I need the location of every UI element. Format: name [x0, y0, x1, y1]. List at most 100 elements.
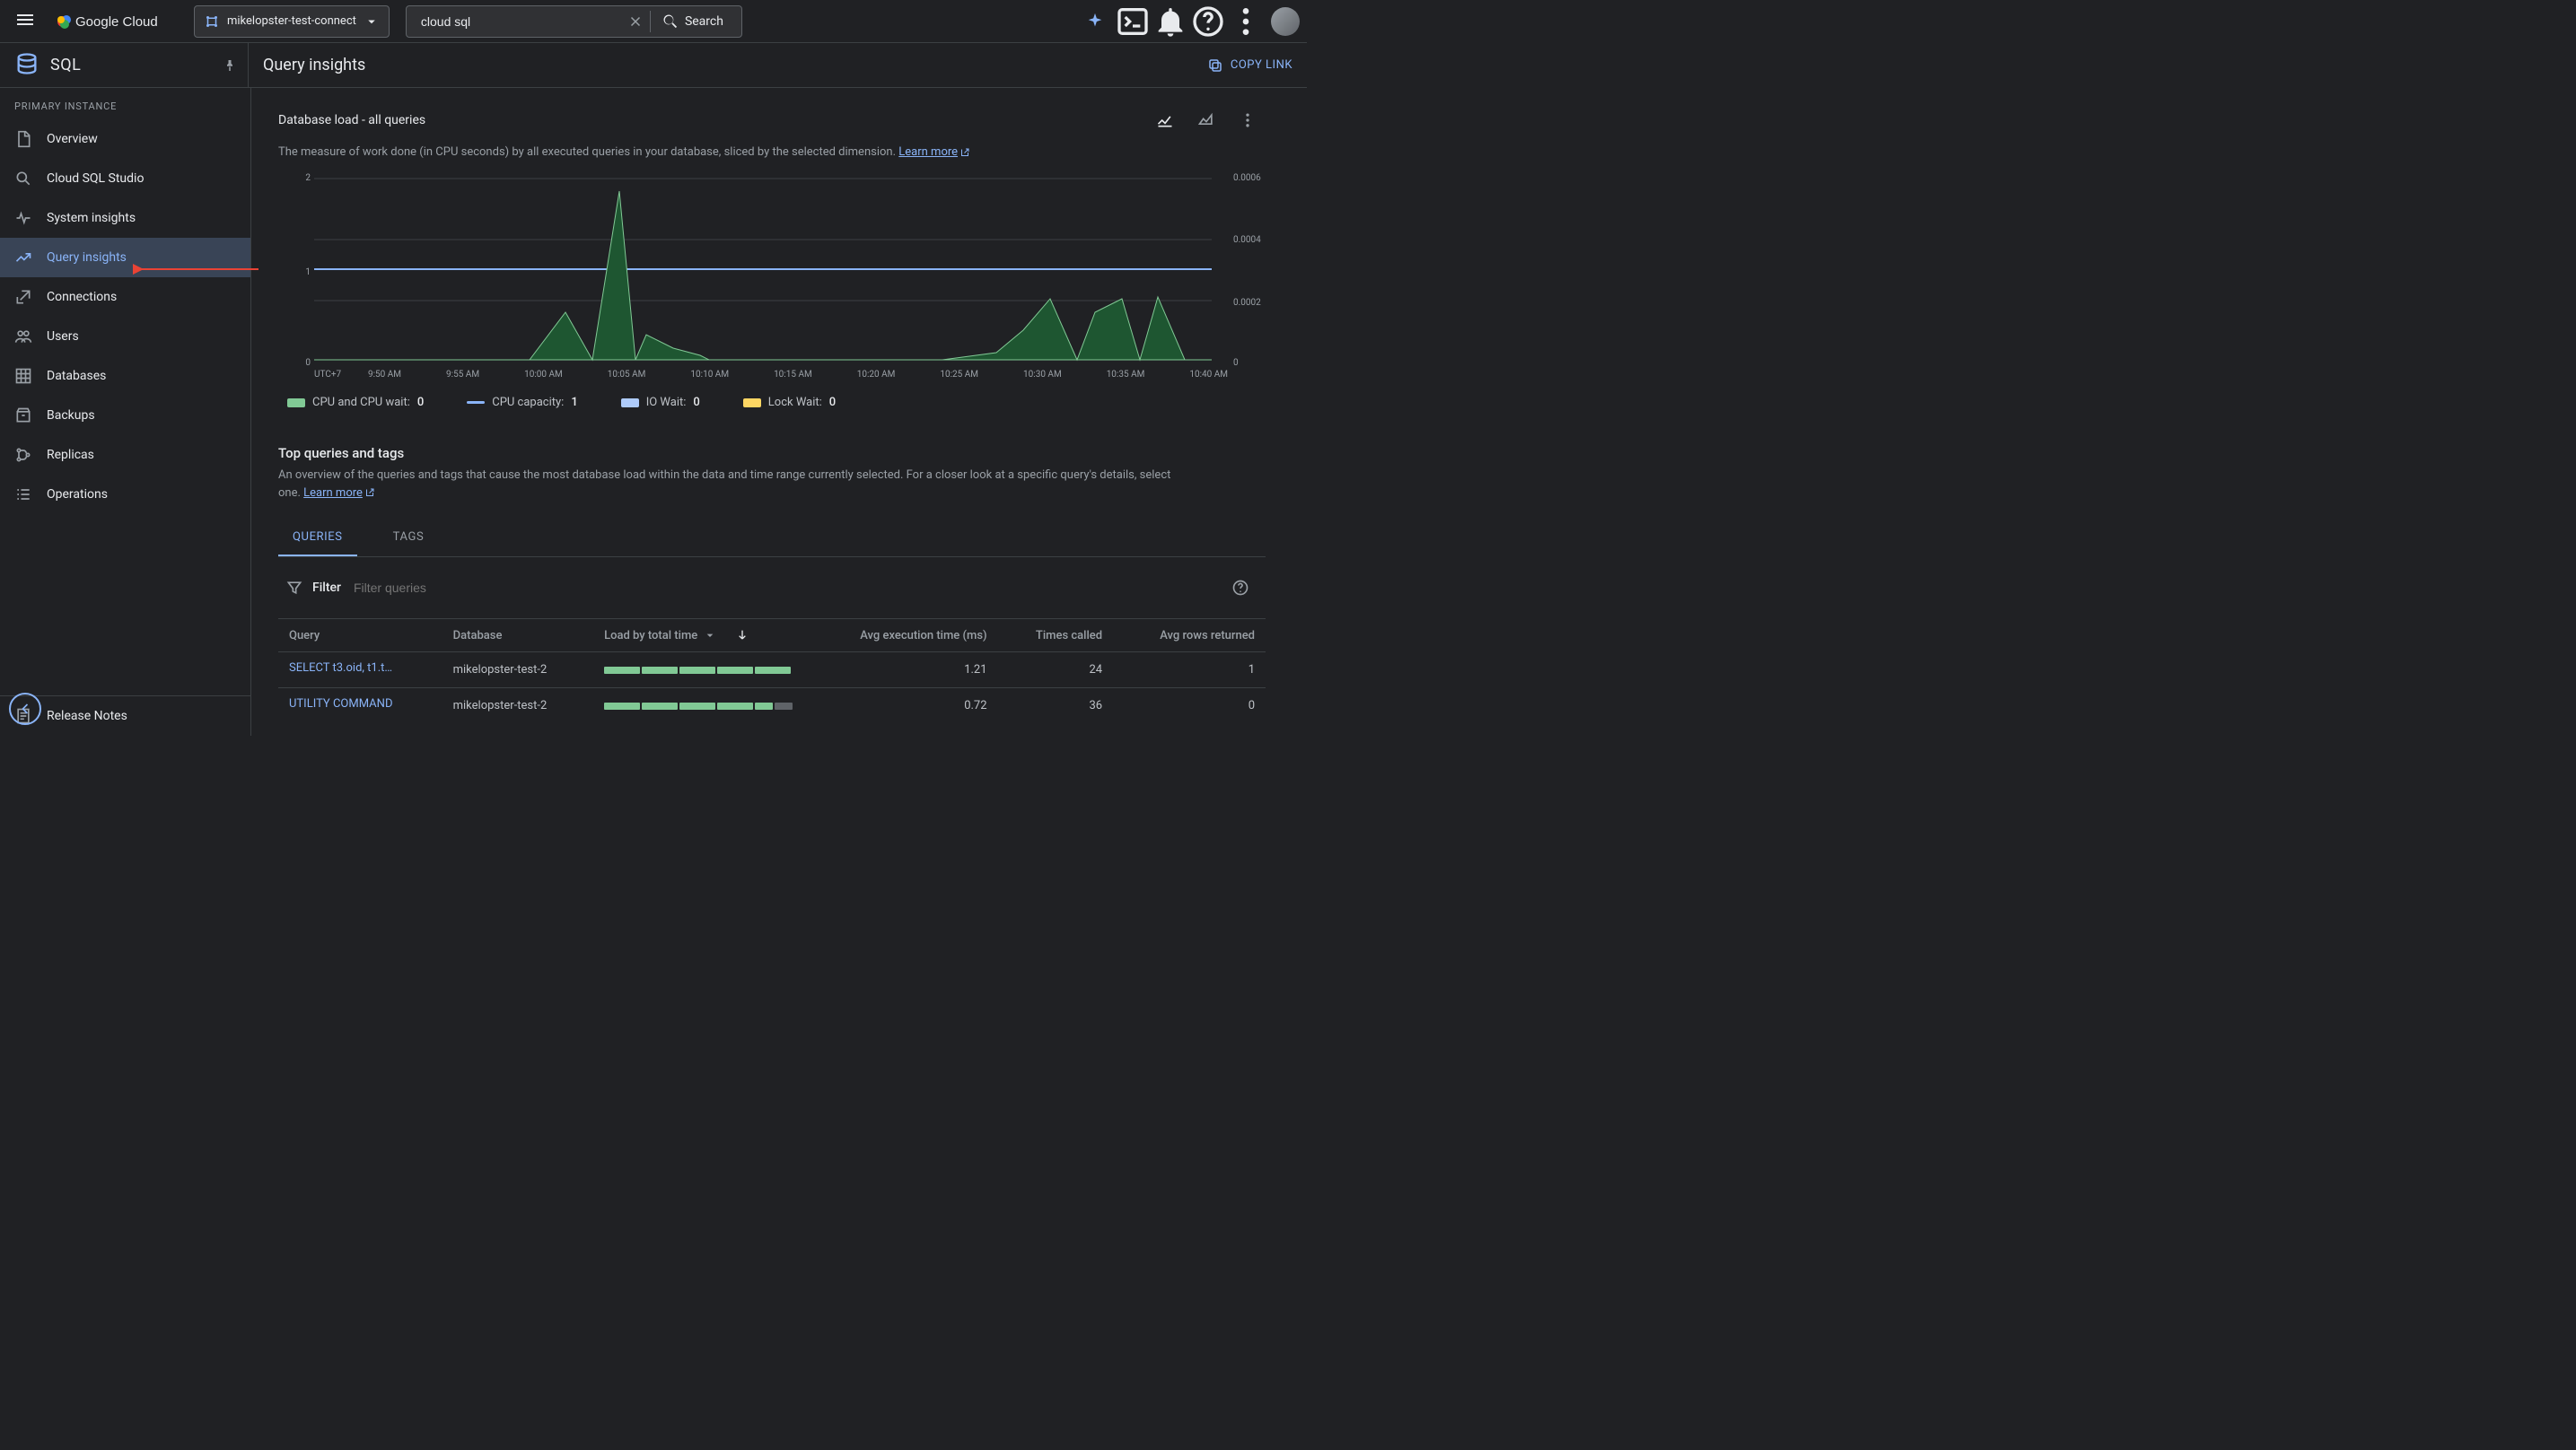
legend-label: CPU capacity: [492, 396, 564, 409]
chart-svg [314, 173, 1212, 362]
legend-cpu-wait[interactable]: CPU and CPU wait: 0 [287, 396, 424, 409]
cloud-shell-button[interactable] [1115, 4, 1151, 39]
search-bar[interactable]: Search [406, 5, 742, 38]
y-tick: 0 [278, 358, 311, 368]
legend-label: CPU and CPU wait: [312, 396, 410, 409]
legend-io-wait[interactable]: IO Wait: 0 [621, 396, 700, 409]
query-link[interactable]: UTILITY COMMAND [289, 697, 392, 711]
trend-icon [14, 249, 32, 266]
legend-cpu-capacity[interactable]: CPU capacity: 1 [467, 396, 577, 409]
y-tick: 0.0006 [1233, 173, 1266, 183]
filter-help-button[interactable] [1222, 570, 1258, 606]
sidebar-item-users[interactable]: Users [0, 317, 250, 356]
x-tick: 10:00 AM [524, 370, 563, 380]
notifications-button[interactable] [1152, 4, 1188, 39]
divider [248, 43, 249, 87]
filter-input[interactable] [350, 577, 1214, 598]
legend-value: 0 [417, 396, 424, 409]
search-input[interactable] [414, 14, 621, 29]
table-row[interactable]: SELECT t3.oid, t1.t… mikelopster-test-2 [278, 652, 1266, 688]
th-database[interactable]: Database [442, 619, 593, 652]
stacked-chart-mode-button[interactable] [1188, 102, 1224, 138]
copy-link-button[interactable]: COPY LINK [1207, 57, 1292, 74]
legend-label: Lock Wait: [768, 396, 822, 409]
chevron-down-icon [703, 628, 717, 642]
help-button[interactable] [1190, 4, 1226, 39]
sidebar-item-backups[interactable]: Backups [0, 396, 250, 435]
y-tick: 0.0002 [1233, 298, 1266, 308]
th-query[interactable]: Query [278, 619, 442, 652]
branch-icon [14, 446, 32, 464]
cell-times-called: 24 [998, 652, 1114, 688]
sidebar-item-overview[interactable]: Overview [0, 119, 250, 159]
people-icon [14, 328, 32, 345]
project-selector[interactable]: mikelopster-test-connect [194, 5, 390, 38]
chart-description: The measure of work done (in CPU seconds… [278, 145, 1266, 159]
external-link-icon [364, 487, 375, 498]
project-name: mikelopster-test-connect [227, 14, 356, 28]
hamburger-menu-button[interactable] [7, 4, 43, 39]
cell-times-called: 36 [998, 688, 1114, 724]
copy-icon [1207, 57, 1223, 74]
sidebar-item-system-insights[interactable]: System insights [0, 198, 250, 238]
query-link[interactable]: SELECT t3.oid, t1.t… [289, 661, 392, 675]
table-row[interactable]: UTILITY COMMAND mikelopster-test-2 [278, 688, 1266, 724]
chart-title: Database load - all queries [278, 113, 425, 127]
th-rows-returned[interactable]: Avg rows returned [1113, 619, 1266, 652]
kebab-icon [1239, 111, 1257, 129]
section-desc: An overview of the queries and tags that… [278, 467, 1176, 502]
collapse-sidebar-button[interactable] [9, 693, 41, 725]
sidebar-item-label: Users [47, 329, 79, 344]
chevron-down-icon [364, 13, 380, 30]
gemini-button[interactable] [1077, 4, 1113, 39]
sidebar-section-label: PRIMARY INSTANCE [0, 88, 250, 119]
search-icon [14, 170, 32, 188]
tab-tags[interactable]: TAGS [379, 520, 439, 556]
x-tick: 10:20 AM [857, 370, 896, 380]
sidebar-item-query-insights[interactable]: Query insights [0, 238, 250, 277]
legend-swatch [467, 401, 485, 404]
sidebar: PRIMARY INSTANCE Overview Cloud SQL Stud… [0, 88, 251, 736]
page-title: Query insights [263, 56, 365, 74]
learn-more-link[interactable]: Learn more [303, 486, 375, 500]
legend-lock-wait[interactable]: Lock Wait: 0 [743, 396, 836, 409]
sidebar-item-label: System insights [47, 211, 136, 225]
sidebar-item-label: Databases [47, 369, 106, 383]
x-tick: 10:15 AM [774, 370, 812, 380]
project-icon [204, 13, 220, 30]
th-load[interactable]: Load by total time [593, 619, 803, 652]
box-icon [14, 406, 32, 424]
th-times-called[interactable]: Times called [998, 619, 1114, 652]
sparkle-icon [1085, 12, 1105, 31]
copy-link-label: COPY LINK [1231, 58, 1292, 72]
doc-icon [14, 130, 32, 148]
cell-database: mikelopster-test-2 [442, 688, 593, 724]
close-icon [627, 13, 644, 30]
google-cloud-logo[interactable]: Google Cloud [54, 11, 180, 32]
main-content: Database load - all queries The measure … [251, 88, 1307, 736]
th-exec-time[interactable]: Avg execution time (ms) [803, 619, 997, 652]
sidebar-item-connections[interactable]: Connections [0, 277, 250, 317]
more-button[interactable] [1228, 4, 1264, 39]
pin-button[interactable] [212, 48, 248, 83]
monitor-icon [14, 209, 32, 227]
grid-icon [14, 367, 32, 385]
cell-rows-returned: 0 [1113, 688, 1266, 724]
arrow-out-icon [14, 288, 32, 306]
legend-swatch [621, 398, 639, 407]
cell-exec-ms: 1.21 [803, 652, 997, 688]
legend-value: 1 [571, 396, 577, 409]
clear-search-button[interactable] [621, 7, 650, 36]
avatar[interactable] [1271, 7, 1300, 36]
sidebar-item-replicas[interactable]: Replicas [0, 435, 250, 475]
sidebar-item-label: Connections [47, 290, 117, 304]
sidebar-item-cloud-sql-studio[interactable]: Cloud SQL Studio [0, 159, 250, 198]
line-chart-mode-button[interactable] [1147, 102, 1183, 138]
chart-more-button[interactable] [1230, 102, 1266, 138]
db-load-chart[interactable]: 2 1 0 0.0006 0.0004 0.0002 0 U [278, 173, 1266, 380]
sidebar-item-databases[interactable]: Databases [0, 356, 250, 396]
tab-queries[interactable]: QUERIES [278, 520, 357, 556]
learn-more-link[interactable]: Learn more [898, 145, 970, 159]
sidebar-item-operations[interactable]: Operations [0, 475, 250, 514]
search-button[interactable]: Search [651, 13, 734, 31]
